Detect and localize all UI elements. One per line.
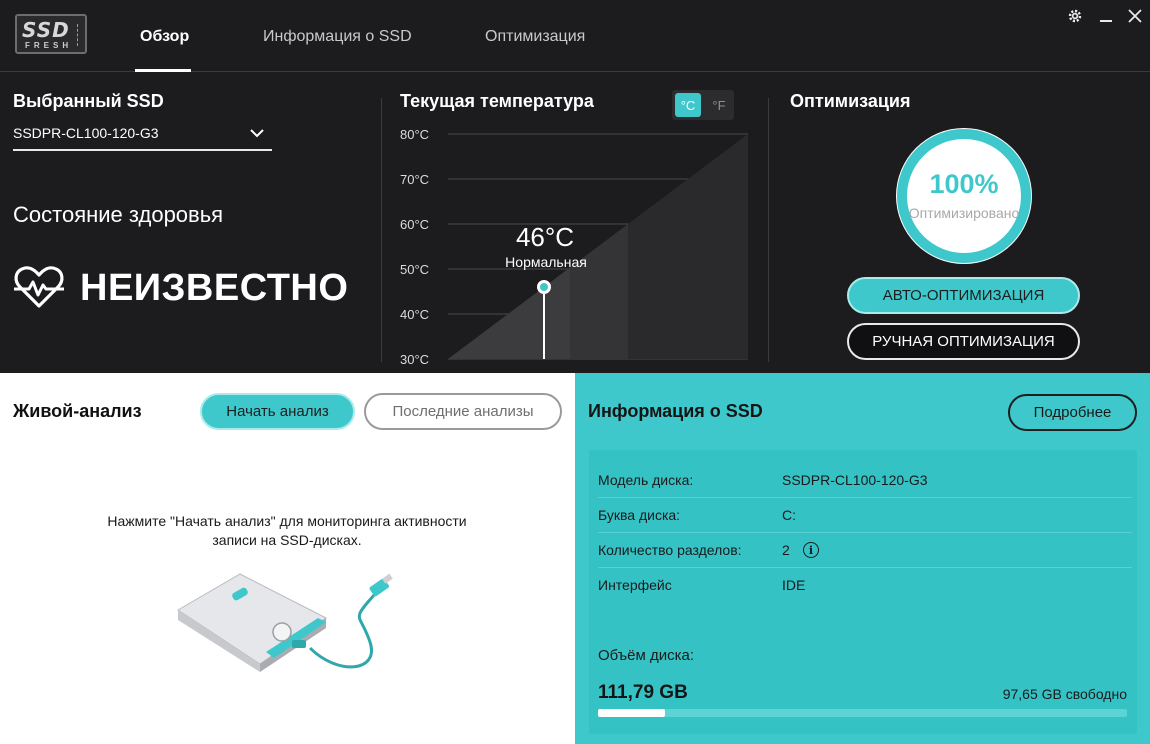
info-row-letter: Буква диска: C: [598, 498, 1132, 533]
more-details-button[interactable]: Подробнее [1008, 394, 1137, 431]
info-value: 2 [782, 542, 790, 558]
live-analysis-title: Живой-анализ [13, 401, 142, 421]
close-button[interactable] [1125, 6, 1145, 26]
gear-icon [1068, 9, 1082, 23]
temp-tick: 80°C [400, 127, 430, 142]
temperature-status: Нормальная [505, 254, 587, 270]
capacity-bar [598, 709, 1127, 717]
active-tab-indicator [135, 69, 191, 72]
tab-optimization[interactable]: Оптимизация [485, 28, 585, 46]
heart-rate-icon [14, 266, 64, 308]
recent-analyses-button[interactable]: Последние анализы [364, 393, 562, 430]
external-drive-illustration [177, 573, 393, 672]
capacity-label: Объём диска: [598, 647, 694, 664]
info-key: Буква диска: [598, 507, 681, 523]
info-key: Интерфейс [598, 577, 672, 593]
auto-optimization-button[interactable]: АВТО-ОПТИМИЗАЦИЯ [847, 277, 1080, 314]
capacity-free: 97,65 GB свободно [1002, 686, 1127, 702]
manual-optimization-button[interactable]: РУЧНАЯ ОПТИМИЗАЦИЯ [847, 323, 1080, 360]
capacity-total: 111,79 GB [598, 682, 688, 703]
logo-subtext: FRESH [25, 41, 73, 50]
ssd-select-value: SSDPR-CL100-120-G3 [13, 125, 159, 141]
logo-text: SSD [22, 18, 70, 42]
health-status-value: НЕИЗВЕСТНО [80, 267, 349, 309]
info-icon[interactable]: i [803, 542, 819, 558]
close-icon [1128, 9, 1142, 23]
capacity-bar-fill [598, 709, 665, 717]
temp-tick: 60°C [400, 217, 430, 232]
info-row-interface: Интерфейс IDE [598, 568, 1132, 603]
temperature-value: 46°C [515, 222, 575, 252]
temp-tick: 70°C [400, 172, 430, 187]
temp-tick: 50°C [400, 262, 430, 277]
ssd-info-title: Информация о SSD [588, 401, 763, 421]
column-divider [768, 98, 769, 362]
info-value: IDE [782, 577, 806, 593]
minimize-button[interactable] [1096, 6, 1116, 26]
logo-stripe [77, 24, 81, 46]
live-analysis-message: Нажмите "Начать анализ" для мониторинга … [50, 512, 524, 550]
temp-tick: 30°C [400, 352, 430, 367]
tab-ssd-info[interactable]: Информация о SSD [263, 28, 412, 46]
minimize-icon [1100, 20, 1112, 22]
info-key: Модель диска: [598, 472, 694, 488]
info-value: SSDPR-CL100-120-G3 [782, 472, 928, 488]
optimization-status: Оптимизировано [908, 205, 1020, 221]
chevron-down-icon [250, 129, 264, 138]
health-label: Состояние здоровья [13, 202, 224, 227]
info-row-model: Модель диска: SSDPR-CL100-120-G3 [598, 463, 1132, 498]
live-analysis-message-line: Нажмите "Начать анализ" для мониторинга … [107, 513, 467, 529]
selected-ssd-title: Выбранный SSD [13, 91, 164, 111]
column-divider [381, 98, 382, 362]
overview-panel: SSD FRESH Обзор Информация о SSD Оптимиз… [0, 0, 1150, 373]
ssd-select-dropdown[interactable]: SSDPR-CL100-120-G3 [13, 125, 272, 151]
celsius-toggle[interactable]: °C [675, 93, 701, 117]
settings-button[interactable] [1065, 6, 1085, 26]
optimization-percent: 100% [929, 169, 999, 199]
temperature-title: Текущая температура [400, 91, 594, 111]
fahrenheit-toggle[interactable]: °F [706, 93, 732, 117]
temp-tick: 40°C [400, 307, 430, 322]
temp-marker-core [540, 283, 548, 291]
optimization-title: Оптимизация [790, 91, 911, 111]
tab-overview[interactable]: Обзор [140, 28, 189, 46]
info-value: C: [782, 507, 796, 523]
title-bar: SSD FRESH Обзор Информация о SSD Оптимиз… [0, 0, 1150, 72]
app-logo: SSD FRESH [15, 14, 87, 54]
info-key: Количество разделов: [598, 542, 742, 558]
info-row-partitions: Количество разделов: 2 [598, 533, 1132, 568]
live-analysis-message-line: записи на SSD-дисках. [212, 532, 362, 548]
start-analysis-button[interactable]: Начать анализ [200, 393, 355, 430]
